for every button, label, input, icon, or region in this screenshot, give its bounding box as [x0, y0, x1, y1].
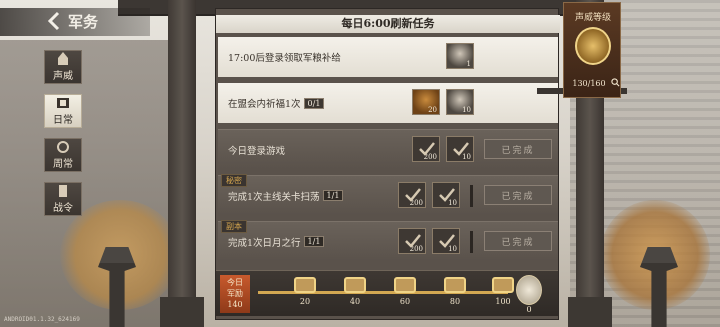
final-reward-icon[interactable] — [516, 275, 542, 305]
tab-label: 声威 — [53, 71, 73, 82]
chest-icon[interactable] — [344, 277, 366, 293]
task-row[interactable]: 在盟会内祈福1次 0/1 20 10 — [218, 83, 558, 123]
task-text: 完成1次主线关卡扫荡 — [228, 191, 320, 203]
milestone-label: 40 — [349, 297, 361, 306]
helmet-icon — [58, 52, 68, 65]
tab-label: 周常 — [53, 159, 73, 170]
pillar-base-left — [160, 297, 204, 327]
reputation-value: 130/160 — [572, 79, 606, 88]
today-merit: 今日军励 140 — [220, 275, 250, 313]
milestone-label: 80 — [449, 297, 461, 306]
check-icon — [405, 234, 421, 248]
divider — [470, 185, 473, 207]
completed-button[interactable]: 已完成 — [484, 185, 552, 205]
today-merit-label: 今日军励 — [227, 278, 243, 298]
coin-icon[interactable]: 200 — [398, 182, 426, 208]
coin-icon[interactable]: 200 — [398, 228, 426, 254]
rank-emblem-icon — [575, 27, 611, 65]
chest-icon[interactable] — [394, 277, 416, 293]
check-icon — [439, 188, 455, 202]
reputation-level-card[interactable]: 声威等级 130/160 — [563, 2, 621, 98]
tab-label: 战令 — [53, 203, 73, 214]
task-progress: 1/1 — [303, 236, 325, 247]
check-icon — [453, 142, 469, 156]
tab-battle-pass[interactable]: 战令 — [44, 182, 82, 216]
scroll-icon — [57, 98, 69, 108]
chest-icon[interactable] — [444, 277, 466, 293]
task-progress: 1/1 — [322, 190, 344, 201]
coin-icon[interactable]: 20 — [412, 89, 440, 115]
check-icon — [419, 142, 435, 156]
tab-weekly[interactable]: 周常 — [44, 138, 82, 172]
check-icon — [439, 234, 455, 248]
milestone-label: 60 — [399, 297, 411, 306]
task-tag: 秘密 — [221, 174, 247, 187]
search-icon[interactable] — [611, 78, 620, 87]
helmet-icon[interactable]: 10 — [446, 136, 474, 162]
sidebar-tabs: 声威 日常 周常 战令 — [44, 50, 82, 216]
helmet-icon[interactable]: 10 — [432, 182, 460, 208]
final-reward-count: 0 — [526, 305, 532, 314]
task-tag: 副本 — [221, 220, 247, 233]
task-text: 17:00后登录领取军粮补给 — [228, 53, 341, 64]
task-row[interactable]: 今日登录游戏 200 10 已完成 — [218, 129, 558, 169]
milestone-label: 20 — [299, 297, 311, 306]
task-row[interactable]: 17:00后登录领取军粮补给 1 — [218, 37, 558, 77]
helmet-icon[interactable]: 10 — [432, 228, 460, 254]
tab-label: 日常 — [53, 115, 73, 126]
completed-button[interactable]: 已完成 — [484, 139, 552, 159]
pillar-base-right — [568, 297, 612, 327]
gate-pillar-left — [168, 0, 196, 327]
version-label: ANDROID01.1.32_624169 — [4, 316, 80, 323]
reward-count: 10 — [462, 106, 471, 114]
task-text: 今日登录游戏 — [228, 145, 286, 157]
food-icon[interactable]: 1 — [446, 43, 474, 69]
helmet-icon[interactable]: 10 — [446, 89, 474, 115]
chevron-left-icon — [44, 10, 64, 32]
task-text: 完成1次日月之行 — [228, 237, 301, 249]
task-row[interactable]: 秘密 完成1次主线关卡扫荡 1/1 200 10 已完成 — [218, 174, 558, 215]
reward-count: 20 — [428, 106, 437, 114]
tab-reputation[interactable]: 声威 — [44, 50, 82, 84]
task-row[interactable]: 副本 完成1次日月之行 1/1 200 10 已完成 — [218, 220, 558, 261]
chest-icon[interactable] — [294, 277, 316, 293]
task-progress: 0/1 — [303, 97, 325, 109]
tab-daily[interactable]: 日常 — [44, 94, 82, 128]
knot-icon — [57, 141, 69, 153]
panel-title: 每日6:00刷新任务 — [216, 15, 560, 33]
back-button[interactable]: 军务 — [44, 10, 98, 32]
daily-reward-bar: 今日军励 140 20 40 60 80 100 0 — [216, 270, 558, 316]
seal-icon — [59, 185, 67, 197]
coin-icon[interactable]: 200 — [412, 136, 440, 162]
chest-icon[interactable] — [492, 277, 514, 293]
reward-count: 1 — [466, 60, 471, 68]
completed-button[interactable]: 已完成 — [484, 231, 552, 251]
page-title: 军务 — [68, 12, 99, 31]
check-icon — [405, 188, 421, 202]
reputation-title: 声威等级 — [574, 13, 611, 23]
task-text: 在盟会内祈福1次 — [228, 99, 301, 110]
milestone-label: 100 — [495, 297, 511, 306]
today-merit-value: 140 — [227, 300, 243, 309]
divider — [470, 231, 473, 253]
